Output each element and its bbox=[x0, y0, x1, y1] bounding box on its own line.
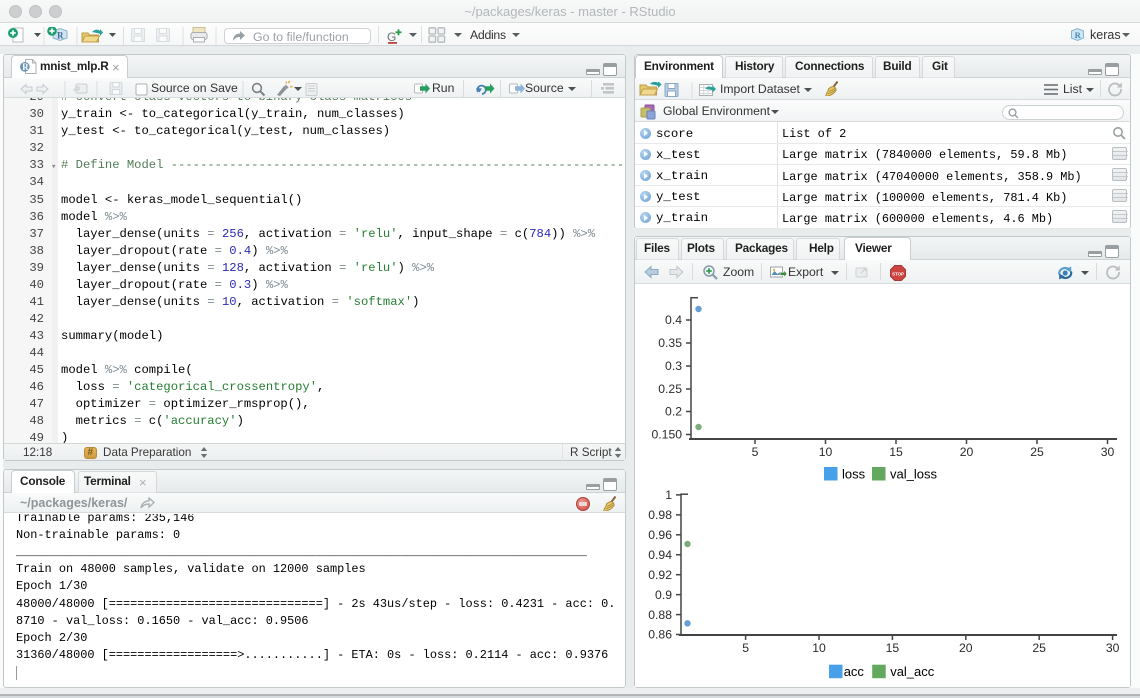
svg-text:0.94: 0.94 bbox=[648, 548, 672, 562]
svg-text:0.2: 0.2 bbox=[665, 405, 682, 419]
svg-text:5: 5 bbox=[742, 641, 749, 655]
svg-text:0.150: 0.150 bbox=[652, 428, 683, 442]
svg-text:val_loss: val_loss bbox=[890, 467, 937, 482]
svg-text:25: 25 bbox=[1030, 445, 1044, 459]
svg-text:5: 5 bbox=[752, 445, 759, 459]
svg-text:25: 25 bbox=[1032, 641, 1046, 655]
svg-text:10: 10 bbox=[819, 445, 833, 459]
svg-text:0.4: 0.4 bbox=[665, 313, 682, 327]
svg-text:G: G bbox=[387, 30, 396, 44]
svg-text:0.25: 0.25 bbox=[658, 382, 682, 396]
svg-text:0.3: 0.3 bbox=[665, 359, 682, 373]
svg-text:20: 20 bbox=[959, 641, 973, 655]
svg-text:R: R bbox=[1075, 30, 1082, 40]
svg-text:val_acc: val_acc bbox=[890, 664, 935, 679]
svg-text:acc: acc bbox=[844, 664, 865, 679]
svg-text:0.92: 0.92 bbox=[648, 568, 672, 582]
svg-text:0.88: 0.88 bbox=[648, 608, 672, 622]
svg-text:0.86: 0.86 bbox=[648, 628, 672, 642]
svg-text:1: 1 bbox=[665, 488, 672, 502]
svg-text:0.98: 0.98 bbox=[648, 508, 672, 522]
svg-text:30: 30 bbox=[1101, 445, 1115, 459]
svg-text:30: 30 bbox=[1106, 641, 1120, 655]
svg-text:R: R bbox=[57, 31, 64, 41]
svg-text:STOP: STOP bbox=[892, 271, 904, 276]
svg-text:0.9: 0.9 bbox=[655, 588, 672, 602]
svg-text:loss: loss bbox=[842, 467, 866, 482]
svg-text:15: 15 bbox=[889, 445, 903, 459]
svg-text:0.35: 0.35 bbox=[658, 336, 682, 350]
svg-text:0.96: 0.96 bbox=[648, 528, 672, 542]
svg-text:10: 10 bbox=[812, 641, 826, 655]
svg-text:R: R bbox=[22, 62, 29, 72]
svg-text:15: 15 bbox=[886, 641, 900, 655]
svg-text:20: 20 bbox=[960, 445, 974, 459]
